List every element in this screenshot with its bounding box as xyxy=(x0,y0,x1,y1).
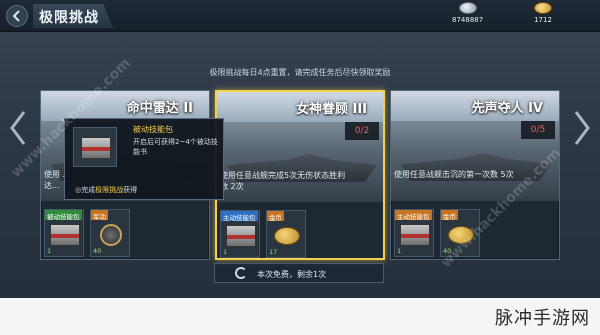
progress-counter: 0/5 xyxy=(521,121,555,139)
source-highlight: 极限挑战 xyxy=(95,186,124,194)
left-arrow-icon[interactable] xyxy=(8,110,28,146)
reward-tag: 主动技能包 xyxy=(395,210,432,221)
game-screen: 极限挑战 8748887 1712 极限挑战每日4点重置，请完成任务后尽快领取奖… xyxy=(0,0,600,298)
reward-tag: 军功 xyxy=(91,210,108,221)
refresh-icon xyxy=(235,267,247,279)
gold-currency: 1712 xyxy=(534,2,552,24)
tooltip-title: 被动技能包 xyxy=(133,125,173,134)
card-description: 使用任意战舰完成5次无伤状态胜利 数 2次 xyxy=(220,170,384,192)
reward-list: 主动技能包 1 金币 17 xyxy=(220,210,306,258)
tooltip-description: 开启后可获得2~4个被动技能书 xyxy=(133,138,218,156)
silver-amount: 8748887 xyxy=(452,16,484,24)
skill-pack-icon xyxy=(81,137,111,159)
reward-tag: 被动技能包 xyxy=(45,210,82,221)
reward-tag: 金币 xyxy=(267,211,284,222)
reward-tag: 主动技能包 xyxy=(221,211,258,222)
footer-banner: 脉冲手游网 xyxy=(0,298,600,335)
right-arrow-icon[interactable] xyxy=(572,110,592,146)
reward-tag: 金币 xyxy=(441,210,458,221)
description-line: 使用任意战舰完成5次无伤状态胜利 xyxy=(220,171,346,180)
gold-coins-icon xyxy=(274,227,300,245)
reward-qty: 17 xyxy=(269,248,278,256)
silver-currency: 8748887 xyxy=(452,2,483,24)
description-line: 数 2次 xyxy=(220,182,244,191)
silver-coin-icon xyxy=(458,2,477,14)
skill-pack-icon xyxy=(50,224,80,246)
tooltip-source: ◎完成极限挑战获得 xyxy=(75,185,137,195)
refresh-label: 本次免费，剩余1次 xyxy=(257,270,327,279)
reward-list: 被动技能包 1 军功 40 xyxy=(44,209,130,257)
progress-counter: 0/2 xyxy=(345,122,379,140)
reward-qty: 1 xyxy=(223,248,228,256)
reward-item[interactable]: 金币 17 xyxy=(266,210,306,258)
gold-amount: 1712 xyxy=(534,16,552,24)
site-brand: 脉冲手游网 xyxy=(495,308,590,329)
reward-qty: 40 xyxy=(93,247,102,255)
skill-pack-icon xyxy=(400,224,430,246)
card-title: 先声夺人 IV xyxy=(471,101,543,116)
gold-coin-icon xyxy=(534,2,552,14)
skill-pack-icon xyxy=(226,225,256,247)
reward-item[interactable]: 军功 40 xyxy=(90,209,130,257)
reward-qty: 1 xyxy=(397,247,402,255)
refresh-button[interactable]: 本次免费，剩余1次 xyxy=(214,263,384,283)
reward-qty: 1 xyxy=(47,247,52,255)
top-bar: 极限挑战 8748887 1712 xyxy=(0,0,600,32)
tooltip-item-icon xyxy=(73,127,117,167)
reset-notice: 极限挑战每日4点重置，请完成任务后尽快领取奖励 xyxy=(209,68,391,77)
card-title: 命中雷达 II xyxy=(126,101,193,116)
source-suffix: 获得 xyxy=(123,186,138,194)
back-button[interactable] xyxy=(6,5,28,27)
reward-item[interactable]: 主动技能包 1 xyxy=(394,209,434,257)
card-title: 女神眷顾 III xyxy=(295,102,367,117)
page-title: 极限挑战 xyxy=(33,4,113,28)
reward-item[interactable]: 被动技能包 1 xyxy=(44,209,84,257)
item-tooltip: 被动技能包 开启后可获得2~4个被动技能书 ◎完成极限挑战获得 xyxy=(64,118,224,200)
reward-item[interactable]: 主动技能包 1 xyxy=(220,210,260,258)
merit-badge-icon xyxy=(100,224,122,246)
challenge-card-selected[interactable]: 女神眷顾 III 0/2 使用任意战舰完成5次无伤状态胜利 数 2次 主动技能包… xyxy=(215,90,385,260)
source-prefix: ◎完成 xyxy=(75,186,96,194)
back-arrow-icon xyxy=(12,10,20,22)
